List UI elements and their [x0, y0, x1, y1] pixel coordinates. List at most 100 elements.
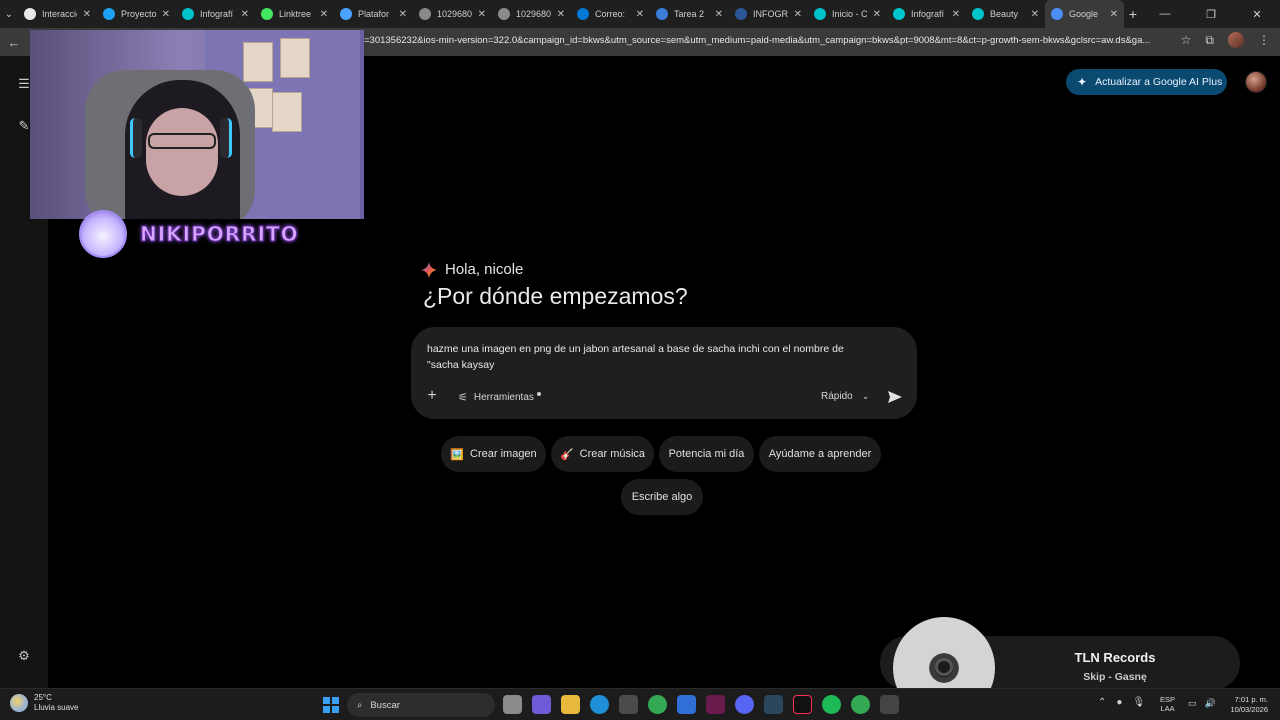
chip-write-something[interactable]: Escribe algo	[621, 479, 703, 515]
guitar-icon: 🎸	[559, 448, 574, 461]
browser-tab[interactable]: Tarea 2 ✕	[650, 0, 729, 28]
language-code: ESP	[1160, 695, 1176, 704]
tab-close-icon[interactable]: ✕	[1110, 9, 1118, 20]
tab-close-icon[interactable]: ✕	[952, 9, 960, 20]
close-window-icon[interactable]: ✕	[1234, 8, 1280, 21]
tab-title: Interacció	[42, 9, 77, 19]
upgrade-label: Actualizar a Google AI Plus	[1095, 76, 1223, 88]
file-explorer-icon[interactable]	[561, 695, 580, 714]
browser-tab[interactable]: Infografí ✕	[887, 0, 966, 28]
address-bar[interactable]: =301356232&ios-min-version=322.0&campaig…	[364, 35, 1150, 46]
edge-icon[interactable]	[590, 695, 609, 714]
chrome-tray-icon[interactable]: ●	[1116, 697, 1122, 708]
chrome-profile-icon[interactable]	[851, 695, 870, 714]
tab-title: Platafor	[358, 9, 390, 19]
streamer-logo	[79, 210, 127, 258]
image-icon: 🖼️	[450, 448, 465, 461]
store-icon[interactable]	[619, 695, 638, 714]
tab-title: Tarea 2	[674, 9, 705, 19]
tab-close-icon[interactable]: ✕	[320, 9, 328, 20]
chip-label: Crear música	[579, 448, 646, 460]
settings-gear-icon[interactable]: ⚙	[16, 648, 32, 664]
tab-title: INFOGR	[753, 9, 788, 19]
clock[interactable]: 7:01 p. m. 10/03/2026	[1222, 695, 1268, 715]
browser-tab[interactable]: Google ✕	[1045, 0, 1124, 28]
tab-title: Google	[1069, 9, 1099, 19]
mail-icon[interactable]	[677, 695, 696, 714]
add-attachment-icon[interactable]: +	[425, 388, 439, 404]
weather-widget[interactable]: 25°C Lluvia suave	[10, 693, 78, 713]
tab-search-icon[interactable]: ⌄	[0, 0, 18, 28]
tab-close-icon[interactable]: ✕	[1031, 9, 1039, 20]
prompt-box[interactable]: hazme una imagen en png de un jabon arte…	[411, 327, 917, 419]
start-windows-icon[interactable]	[323, 697, 339, 713]
taskbar-search[interactable]: ⌕ Buscar	[347, 693, 495, 717]
browser-tab[interactable]: Interacció ✕	[18, 0, 97, 28]
volume-icon[interactable]: 🔊	[1205, 698, 1216, 709]
chevron-up-icon[interactable]: ⌃	[1098, 697, 1106, 708]
browser-tab[interactable]: 1029680 ✕	[492, 0, 571, 28]
send-icon[interactable]	[887, 389, 903, 405]
chip-boost-day[interactable]: Potencia mi día	[659, 436, 754, 472]
browser-tab[interactable]: INFOGR ✕	[729, 0, 808, 28]
tab-close-icon[interactable]: ✕	[162, 9, 170, 20]
browser-tab[interactable]: Infografí ✕	[176, 0, 255, 28]
browser-profile-avatar[interactable]	[1228, 32, 1244, 48]
discord-icon[interactable]	[735, 695, 754, 714]
chip-create-image[interactable]: 🖼️ Crear imagen	[441, 436, 546, 472]
tab-title: Infografí	[911, 9, 945, 19]
restore-icon[interactable]: ❐	[1188, 8, 1234, 21]
network-icon[interactable]: ▭	[1188, 698, 1197, 709]
browser-tab[interactable]: Proyecto ✕	[97, 0, 176, 28]
prompt-input[interactable]: hazme una imagen en png de un jabon arte…	[427, 341, 877, 373]
extensions-icon[interactable]: ⧉	[1205, 33, 1214, 48]
tab-title: Correo:	[595, 9, 626, 19]
chrome-icon[interactable]	[648, 695, 667, 714]
tab-close-icon[interactable]: ✕	[873, 9, 881, 20]
tools-button[interactable]: ⚟ Herramientas	[458, 391, 541, 404]
browser-tab[interactable]: Linktree ✕	[255, 0, 334, 28]
browser-tab[interactable]: Correo: ✕	[571, 0, 650, 28]
tiktok-icon[interactable]	[793, 695, 812, 714]
microphone-icon[interactable]: 🎙	[1132, 697, 1145, 708]
browser-tab-strip: ⌄ Interacció✕Proyecto✕Infografí✕Linktree…	[0, 0, 1280, 28]
streamer-face	[146, 108, 218, 196]
bookmark-star-icon[interactable]: ☆	[1181, 33, 1192, 47]
browser-tab[interactable]: Beauty ✕	[966, 0, 1045, 28]
back-arrow-icon[interactable]: ←	[0, 35, 28, 50]
tab-close-icon[interactable]: ✕	[83, 9, 91, 20]
now-playing-title: TLN Records	[1074, 650, 1156, 665]
sparkle-icon: ✦	[1077, 75, 1088, 89]
tab-close-icon[interactable]: ✕	[241, 9, 249, 20]
account-avatar[interactable]	[1245, 71, 1267, 93]
minimize-icon[interactable]: —	[1142, 8, 1188, 21]
task-view-icon[interactable]	[503, 695, 522, 714]
mode-selector[interactable]: Rápido ⌄	[821, 391, 869, 402]
system-tray: ⌃ ● 🎙	[1098, 697, 1145, 708]
language-indicator[interactable]: ESP LAA	[1160, 695, 1175, 713]
chip-help-learn[interactable]: Ayúdame a aprender	[759, 436, 881, 472]
browser-tab[interactable]: Platafor ✕	[334, 0, 413, 28]
tab-favicon-icon	[577, 8, 589, 20]
tab-title: Beauty	[990, 9, 1019, 19]
steam-icon[interactable]	[764, 695, 783, 714]
tab-close-icon[interactable]: ✕	[557, 9, 565, 20]
tab-close-icon[interactable]: ✕	[636, 9, 644, 20]
media-app-icon[interactable]	[880, 695, 899, 714]
browser-tab[interactable]: Inicio - C ✕	[808, 0, 887, 28]
spotify-icon[interactable]	[822, 695, 841, 714]
new-tab-button[interactable]: +	[1124, 6, 1142, 22]
app-icon[interactable]	[706, 695, 725, 714]
tab-close-icon[interactable]: ✕	[399, 9, 407, 20]
search-icon: ⌕	[357, 699, 363, 711]
browser-menu-icon[interactable]: ⋮	[1258, 33, 1270, 47]
greeting: Hola, nicole	[421, 261, 523, 278]
chip-create-music[interactable]: 🎸 Crear música	[551, 436, 654, 472]
tab-close-icon[interactable]: ✕	[478, 9, 486, 20]
browser-tab[interactable]: 1029680 ✕	[413, 0, 492, 28]
wanted-poster	[243, 42, 273, 82]
teams-icon[interactable]	[532, 695, 551, 714]
upgrade-button[interactable]: ✦ Actualizar a Google AI Plus	[1066, 69, 1227, 95]
tab-close-icon[interactable]: ✕	[794, 9, 802, 20]
tab-close-icon[interactable]: ✕	[715, 9, 723, 20]
